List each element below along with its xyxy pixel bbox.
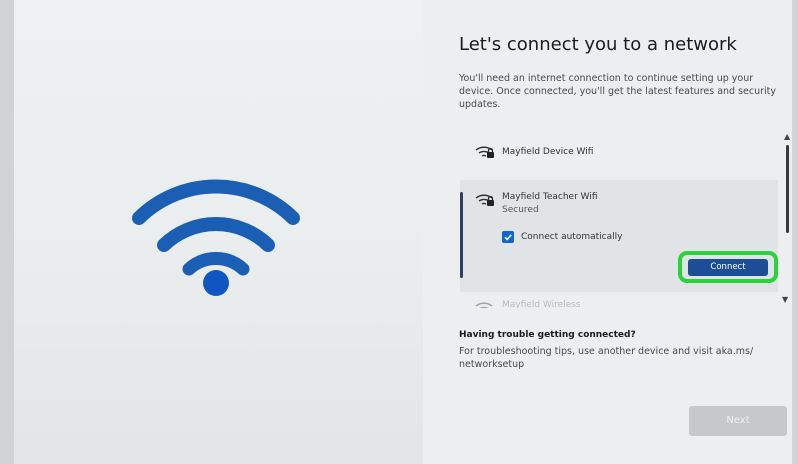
connect-automatically-checkbox[interactable] bbox=[502, 231, 514, 243]
wifi-lock-icon bbox=[475, 146, 494, 158]
network-status: Secured bbox=[502, 205, 539, 215]
wifi-icon bbox=[475, 302, 493, 308]
setup-panel: Let's connect you to a network You'll ne… bbox=[423, 0, 796, 464]
network-name: Mayfield Device Wifi bbox=[502, 147, 594, 157]
screen-edge bbox=[792, 0, 796, 464]
selected-indicator bbox=[460, 192, 463, 278]
wifi-illustration-icon bbox=[132, 179, 300, 296]
network-name: Mayfield Teacher Wifi bbox=[502, 192, 598, 202]
network-name: Mayfield Wireless bbox=[502, 300, 581, 308]
scroll-down-arrow-icon[interactable]: ▼ bbox=[782, 296, 788, 304]
network-item-mayfield-teacher-wifi[interactable]: Mayfield Teacher Wifi Secured Connect au… bbox=[460, 180, 778, 292]
next-button[interactable]: Next bbox=[689, 406, 787, 436]
page-subtitle: You'll need an internet connection to co… bbox=[459, 73, 777, 110]
network-list[interactable]: Mayfield Device Wifi Mayfield Teacher Wi… bbox=[460, 128, 782, 308]
illustration-panel bbox=[14, 0, 423, 464]
scroll-up-arrow-icon[interactable]: ▲ bbox=[784, 133, 790, 141]
oobe-screen: Let's connect you to a network You'll ne… bbox=[14, 0, 796, 464]
page-title: Let's connect you to a network bbox=[459, 34, 737, 55]
trouble-heading: Having trouble getting connected? bbox=[459, 330, 636, 340]
network-list-scrollbar[interactable] bbox=[786, 145, 789, 233]
trouble-text: For troubleshooting tips, use another de… bbox=[459, 346, 754, 370]
checkmark-icon bbox=[504, 234, 512, 241]
connect-automatically-label[interactable]: Connect automatically bbox=[521, 232, 622, 242]
network-item-mayfield-device-wifi[interactable]: Mayfield Device Wifi bbox=[460, 128, 778, 176]
wifi-lock-icon bbox=[475, 194, 494, 206]
connect-button[interactable]: Connect bbox=[688, 259, 768, 276]
network-item-mayfield-wireless[interactable]: Mayfield Wireless bbox=[460, 296, 778, 308]
